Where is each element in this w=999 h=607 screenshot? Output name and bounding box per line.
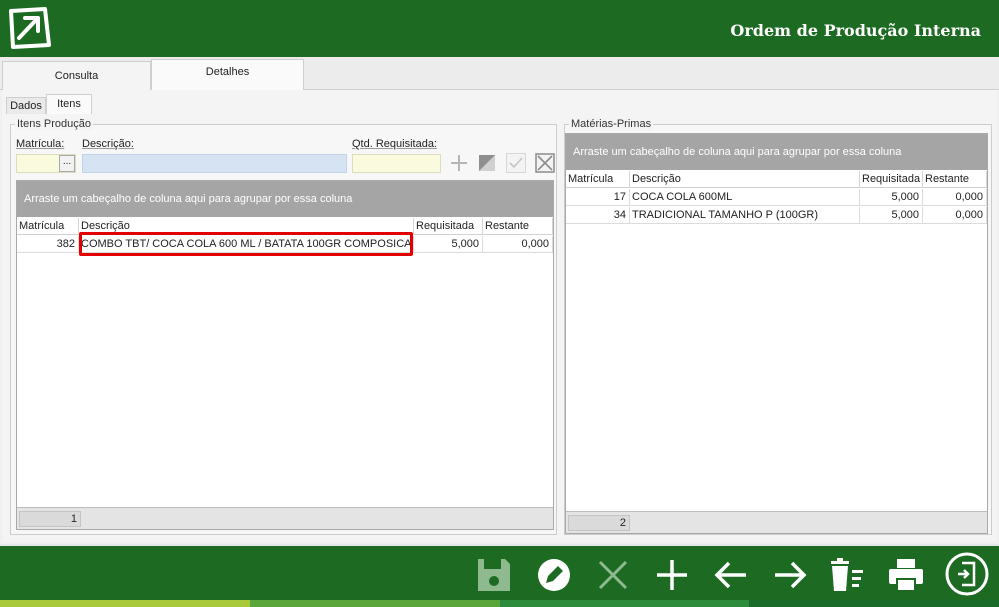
- column-header-requisitada[interactable]: Requisitada: [860, 171, 923, 188]
- column-header-restante[interactable]: Restante: [923, 171, 987, 188]
- add-icon[interactable]: [449, 153, 469, 173]
- cell-restante: 0,000: [923, 207, 987, 224]
- column-header-matricula[interactable]: Matrícula: [17, 218, 79, 235]
- tab-consulta[interactable]: Consulta: [2, 61, 151, 92]
- plus-icon[interactable]: [653, 556, 691, 594]
- app-title: Ordem de Produção Interna: [730, 21, 981, 40]
- highlight-box: [79, 232, 413, 256]
- tab-dados[interactable]: Dados: [6, 97, 46, 114]
- column-header-restante[interactable]: Restante: [483, 218, 553, 235]
- delete-list-icon[interactable]: [828, 556, 866, 594]
- row-count: 2: [568, 515, 630, 531]
- group-by-area[interactable]: Arraste um cabeçalho de coluna aqui para…: [566, 134, 987, 170]
- tab-detalhes[interactable]: Detalhes: [151, 59, 304, 90]
- row-count: 1: [19, 511, 81, 527]
- column-header-requisitada[interactable]: Requisitada: [414, 218, 483, 235]
- cancel-icon[interactable]: [535, 153, 555, 173]
- save-icon[interactable]: [475, 556, 513, 594]
- exit-icon[interactable]: [944, 551, 990, 597]
- matricula-label: Matrícula:: [16, 138, 65, 150]
- qtd-requisitada-label: Qtd. Requisitada:: [352, 138, 437, 150]
- grid-header: Matrícula Descrição Requisitada Restante: [566, 171, 987, 188]
- group-by-area[interactable]: Arraste um cabeçalho de coluna aqui para…: [17, 181, 553, 217]
- arrow-box-logo-icon: [9, 7, 51, 49]
- edit-icon[interactable]: [477, 153, 497, 173]
- cell-matricula: 17: [566, 189, 630, 206]
- top-tabs: Consulta Detalhes: [0, 57, 999, 92]
- pencil-icon[interactable]: [535, 556, 573, 594]
- grid-footer: 1: [17, 507, 553, 529]
- cell-requisitada: 5,000: [860, 207, 923, 224]
- close-icon[interactable]: [594, 556, 632, 594]
- arrow-left-icon[interactable]: [712, 556, 750, 594]
- action-bar: [0, 544, 999, 600]
- cell-descricao: TRADICIONAL TAMANHO P (100GR): [630, 207, 860, 224]
- qtd-requisitada-input[interactable]: [352, 154, 441, 173]
- printer-icon[interactable]: [887, 556, 925, 594]
- cell-requisitada: 5,000: [860, 189, 923, 206]
- cell-requisitada: 5,000: [414, 236, 483, 253]
- materias-primas-grid: Arraste um cabeçalho de coluna aqui para…: [565, 133, 988, 534]
- confirm-icon[interactable]: [506, 153, 526, 173]
- footer-stripe: [0, 600, 250, 607]
- table-row[interactable]: 17 COCA COLA 600ML 5,000 0,000: [566, 189, 987, 206]
- materias-primas-title: Matérias-Primas: [569, 118, 654, 130]
- arrow-right-icon[interactable]: [771, 556, 809, 594]
- column-header-descricao[interactable]: Descrição: [630, 171, 860, 188]
- footer-stripe: [749, 600, 999, 607]
- matricula-lookup-button[interactable]: ...: [59, 155, 75, 172]
- grid-footer: 2: [566, 511, 987, 533]
- app-header: Ordem de Produção Interna: [0, 0, 999, 57]
- column-header-matricula[interactable]: Matrícula: [566, 171, 630, 188]
- cell-matricula: 382: [17, 236, 79, 253]
- footer-stripe: [250, 600, 500, 607]
- descricao-input[interactable]: [82, 154, 347, 173]
- cell-matricula: 34: [566, 207, 630, 224]
- cell-descricao: COCA COLA 600ML: [630, 189, 860, 206]
- descricao-label: Descrição:: [82, 138, 134, 150]
- tab-itens[interactable]: Itens: [46, 94, 92, 114]
- footer-stripe: [500, 600, 749, 607]
- cell-restante: 0,000: [923, 189, 987, 206]
- table-row[interactable]: 34 TRADICIONAL TAMANHO P (100GR) 5,000 0…: [566, 207, 987, 224]
- cell-restante: 0,000: [483, 236, 553, 253]
- itens-producao-title: Itens Produção: [15, 118, 93, 130]
